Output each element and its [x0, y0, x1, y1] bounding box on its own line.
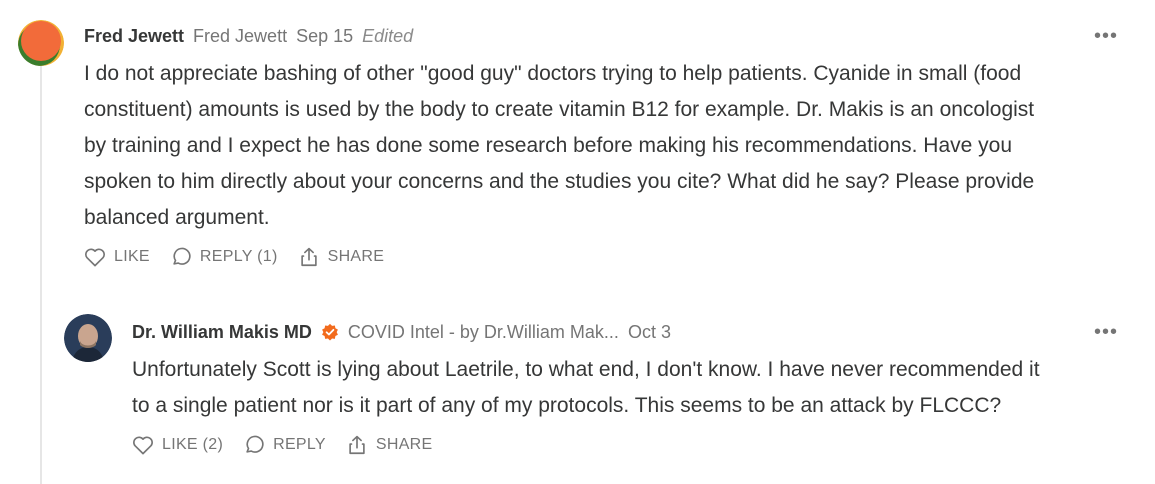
author-name[interactable]: Fred Jewett — [84, 26, 184, 47]
like-button[interactable]: LIKE — [84, 247, 150, 267]
comment-actions: LIKE REPLY (1) SHARE — [84, 246, 1138, 268]
comment-text: Unfortunately Scott is lying about Laetr… — [132, 352, 1138, 424]
thread-line — [40, 64, 42, 484]
avatar-image — [18, 20, 64, 66]
comment-line: constituent) amounts is used by the body… — [84, 98, 1035, 121]
share-button[interactable]: SHARE — [346, 434, 433, 456]
reply-button[interactable]: REPLY (1) — [170, 246, 278, 268]
more-options-icon[interactable]: ••• — [1094, 26, 1118, 46]
comment-line: spoken to him directly about your concer… — [84, 170, 1035, 193]
comment-text: I do not appreciate bashing of other "go… — [84, 56, 1138, 236]
avatar[interactable] — [64, 314, 112, 362]
comment-actions: LIKE (2) REPLY SHARE — [132, 434, 1138, 456]
share-label: SHARE — [375, 436, 433, 453]
comment-line: I do not appreciate bashing of other "go… — [84, 62, 1022, 85]
verified-badge-icon — [321, 323, 339, 341]
avatar-image — [64, 314, 112, 362]
comment-date[interactable]: Sep 15 — [296, 26, 353, 47]
heart-icon — [133, 436, 153, 455]
heart-icon — [85, 248, 105, 267]
share-label: SHARE — [327, 248, 385, 265]
author-handle[interactable]: Fred Jewett — [193, 26, 287, 47]
comment-line: balanced argument. — [84, 206, 270, 229]
more-options-icon[interactable]: ••• — [1094, 322, 1118, 342]
publication-name[interactable]: COVID Intel - by Dr.William Mak... — [348, 322, 619, 343]
speech-bubble-icon — [173, 247, 191, 265]
comment-line: to a single patient nor is it part of an… — [132, 394, 1002, 417]
reply-button[interactable]: REPLY — [243, 434, 326, 456]
reply-label: REPLY — [273, 436, 326, 453]
like-button[interactable]: LIKE (2) — [132, 435, 223, 455]
comment-line: by training and I expect he has done som… — [84, 134, 1013, 157]
share-icon — [349, 435, 365, 455]
author-name[interactable]: Dr. William Makis MD — [132, 322, 312, 343]
comment-line: Unfortunately Scott is lying about Laetr… — [132, 358, 1040, 381]
comment-meta: Dr. William Makis MD COVID Intel - by Dr… — [132, 312, 1138, 352]
share-icon — [300, 247, 317, 267]
like-label: LIKE — [114, 248, 150, 265]
avatar[interactable] — [18, 20, 64, 66]
share-button[interactable]: SHARE — [298, 246, 385, 268]
edited-label: Edited — [362, 25, 414, 46]
comment-date[interactable]: Oct 3 — [628, 322, 671, 343]
speech-bubble-icon — [246, 435, 264, 453]
comment-meta: Fred Jewett Fred Jewett Sep 15 Edited — [84, 16, 1138, 56]
like-label: LIKE (2) — [162, 436, 224, 453]
reply-label: REPLY (1) — [199, 248, 278, 265]
